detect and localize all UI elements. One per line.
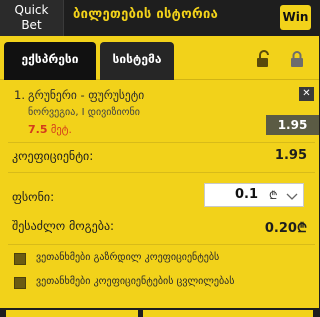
remove-bet-button[interactable]: ✕: [299, 87, 314, 101]
tab-system[interactable]: სისტემა: [100, 42, 174, 80]
bet-market-value: 7.5: [28, 123, 48, 136]
possible-win-value: 0.20₾: [264, 221, 307, 236]
tab-express[interactable]: ექსპრესი: [4, 42, 96, 80]
bet-odd: 1.95: [266, 115, 319, 135]
lock-icon[interactable]: [289, 50, 305, 68]
bottom-action-button-left[interactable]: [6, 310, 138, 317]
accept-odds-change-checkbox[interactable]: [14, 277, 26, 289]
coefficient-label: კოეფიციენტი:: [12, 149, 94, 163]
lari-currency-icon: ₾: [269, 189, 278, 202]
win-button[interactable]: Win: [280, 5, 311, 30]
bet-match-name: გრუნერი - ფურუსეტი: [28, 88, 145, 102]
stake-value: 0.1: [235, 187, 259, 202]
bottom-action-button-right[interactable]: [143, 310, 313, 317]
possible-win-label: შესაძლო მოგება:: [12, 219, 115, 233]
bet-market: 7.5 მეტ.: [28, 123, 72, 136]
bet-league: ნორვეგია, I დივიზიონი: [28, 107, 140, 118]
betslip-tabs: ექსპრესი სისტემა: [0, 36, 319, 80]
quick-bet-label-line2: Bet: [21, 18, 42, 32]
accept-higher-odds-checkbox[interactable]: [14, 253, 26, 265]
top-bar: Quick Bet ბილეთების ისტორია Win: [0, 0, 319, 36]
stake-input[interactable]: 0.1 ₾: [204, 183, 304, 207]
accept-odds-change-option[interactable]: ვეთანხმები კოეფიციენტების ცვლილებას: [14, 276, 294, 292]
divider: [8, 142, 315, 143]
bet-market-unit: მეტ.: [50, 124, 72, 136]
accept-higher-odds-option[interactable]: ვეთანხმები გაზრდილ კოეფიციენტებს: [14, 252, 294, 268]
bet-index: 1.: [14, 88, 25, 102]
accept-odds-change-label: ვეთანხმები კოეფიციენტების ცვლილებას: [36, 276, 235, 287]
stake-label: ფსონი:: [12, 190, 55, 204]
coefficient-value: 1.95: [274, 148, 307, 163]
divider: [8, 244, 315, 245]
quick-bet-button[interactable]: Quick Bet: [0, 0, 64, 36]
accept-higher-odds-label: ვეთანხმები გაზრდილ კოეფიციენტებს: [36, 252, 220, 263]
divider: [8, 172, 315, 173]
chevron-down-icon[interactable]: [285, 189, 299, 203]
quick-bet-label-line1: Quick: [14, 3, 49, 17]
betslip-panel: 1. გრუნერი - ფურუსეტი ნორვეგია, I დივიზი…: [0, 80, 319, 317]
ticket-history-link[interactable]: ბილეთების ისტორია: [73, 7, 218, 22]
unlock-icon[interactable]: [255, 50, 273, 68]
bet-item: 1. გრუნერი - ფურუსეტი ნორვეგია, I დივიზი…: [8, 83, 319, 139]
